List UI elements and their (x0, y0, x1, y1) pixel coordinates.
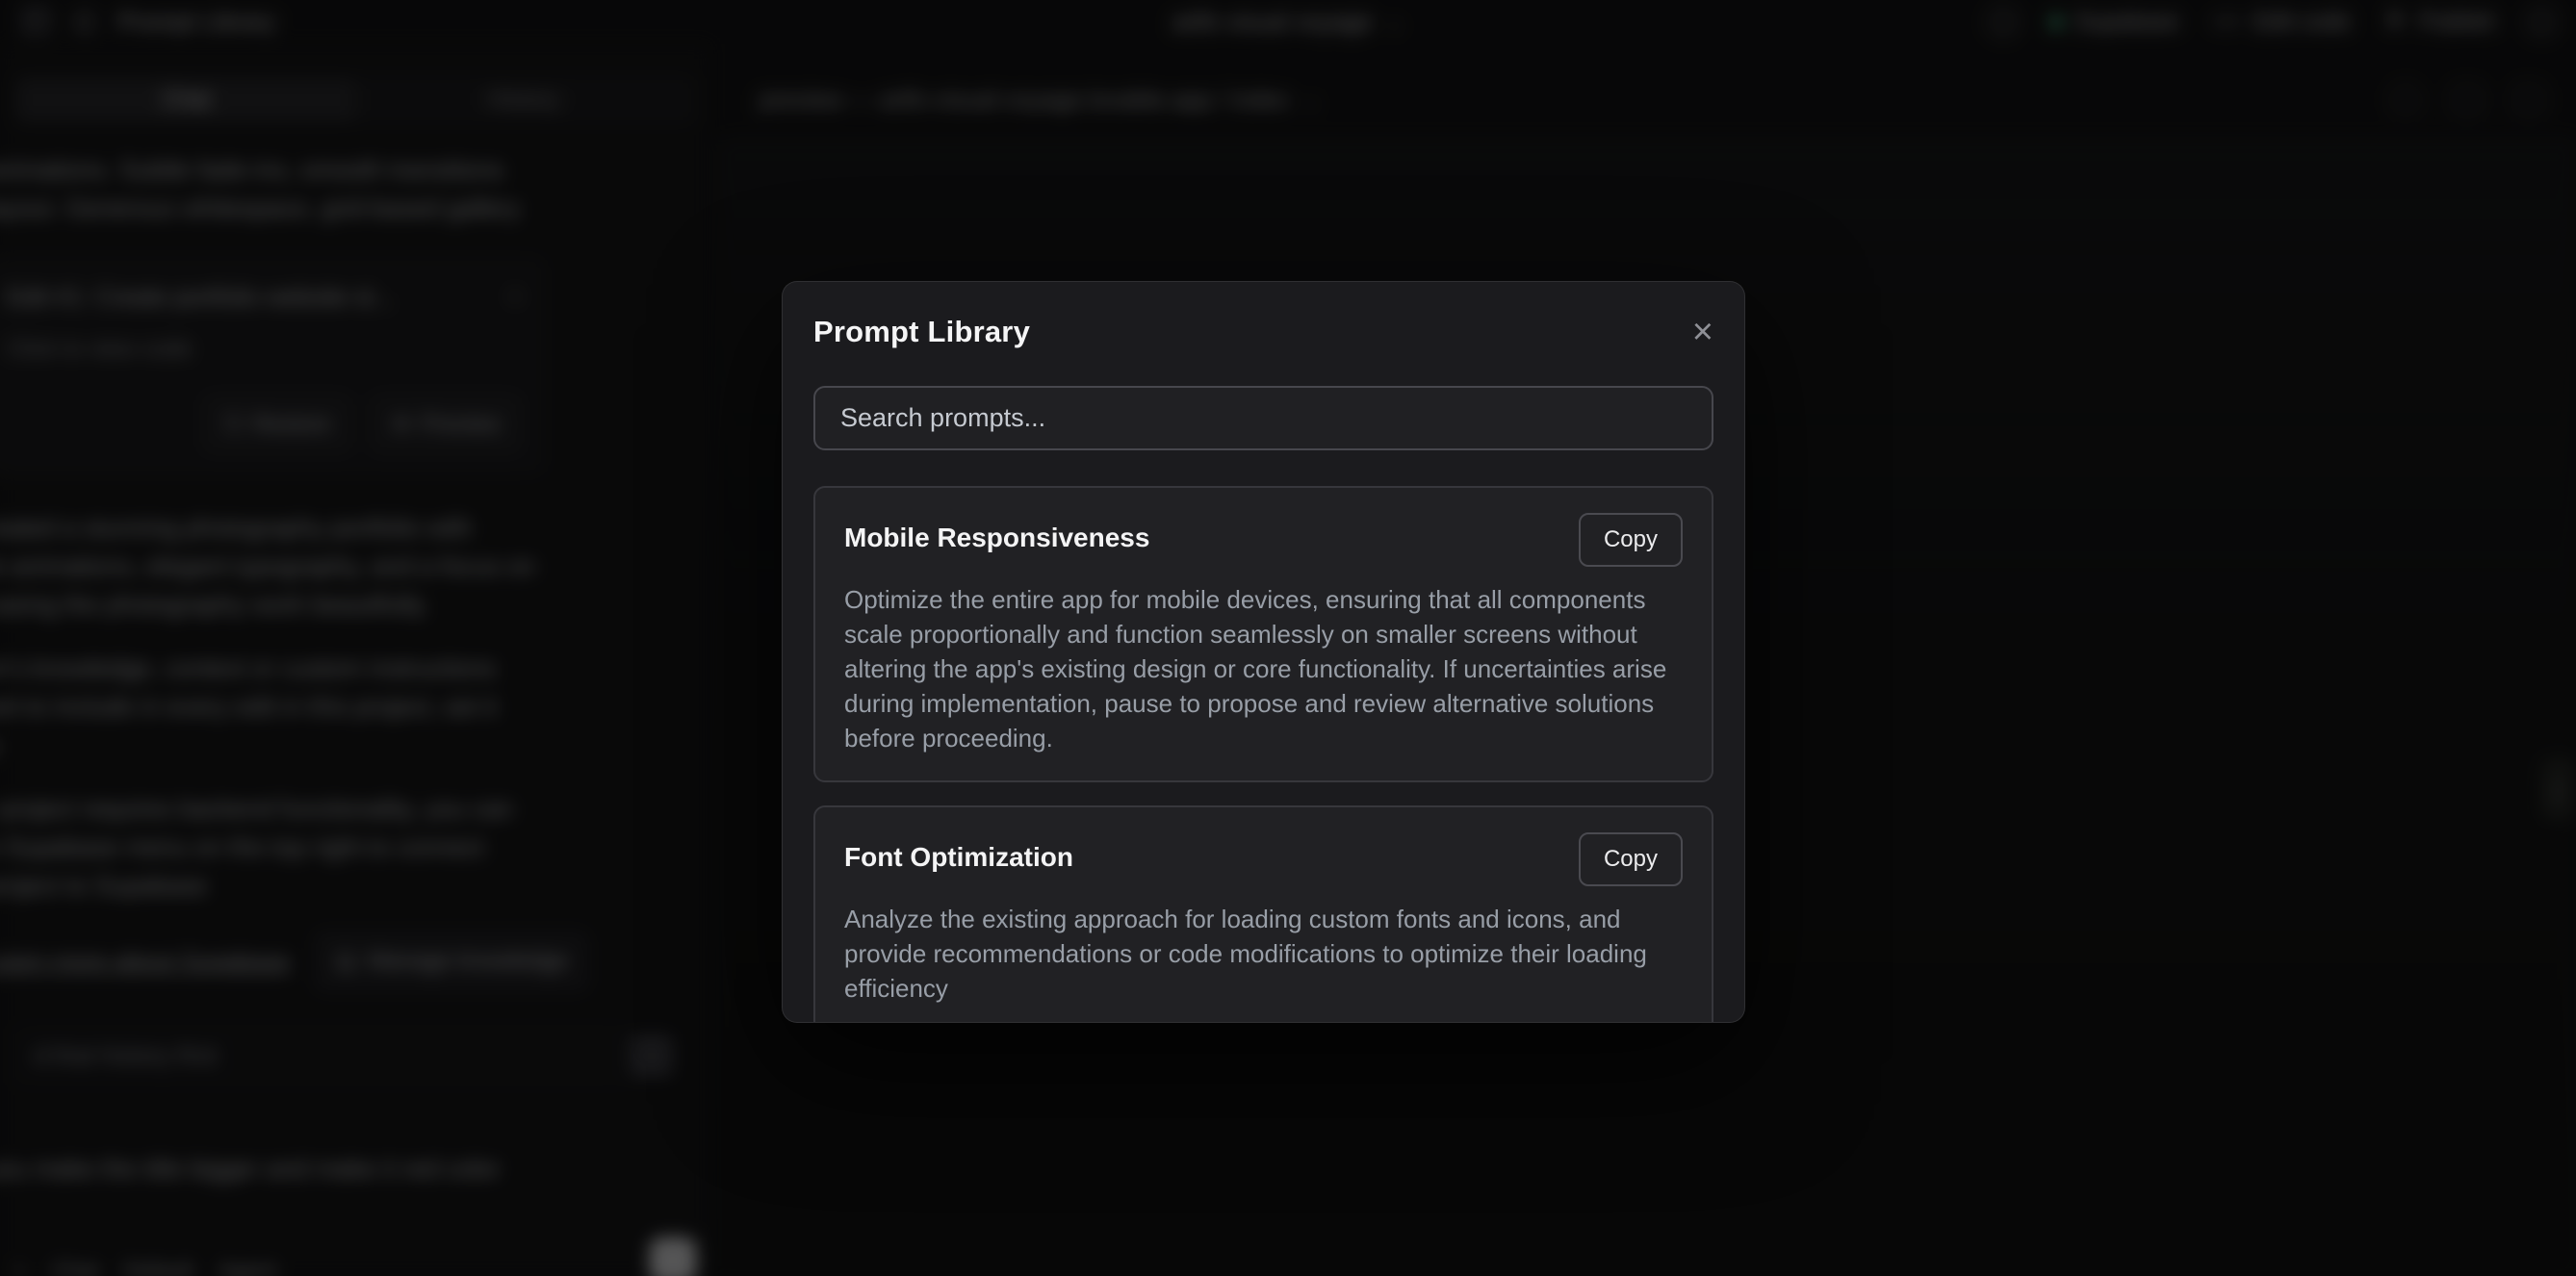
prompt-card-font-optimization: Font Optimization Copy Analyze the exist… (813, 805, 1713, 1023)
prompt-library-modal: Prompt Library × Mobile Responsiveness C… (782, 281, 1745, 1023)
close-icon[interactable]: × (1692, 318, 1713, 346)
screen: Prompt Library artfx visual voyage ⌄ Sup… (0, 0, 2576, 1276)
prompt-description: Optimize the entire app for mobile devic… (844, 582, 1683, 755)
prompt-title: Font Optimization (844, 832, 1073, 873)
prompt-card-mobile-responsiveness: Mobile Responsiveness Copy Optimize the … (813, 486, 1713, 782)
modal-title: Prompt Library (813, 315, 1030, 349)
prompt-list: Mobile Responsiveness Copy Optimize the … (813, 486, 1713, 1023)
copy-button[interactable]: Copy (1579, 513, 1683, 567)
prompt-description: Analyze the existing approach for loadin… (844, 902, 1683, 1006)
prompt-title: Mobile Responsiveness (844, 513, 1149, 553)
copy-button[interactable]: Copy (1579, 832, 1683, 886)
search-input[interactable] (813, 386, 1713, 450)
